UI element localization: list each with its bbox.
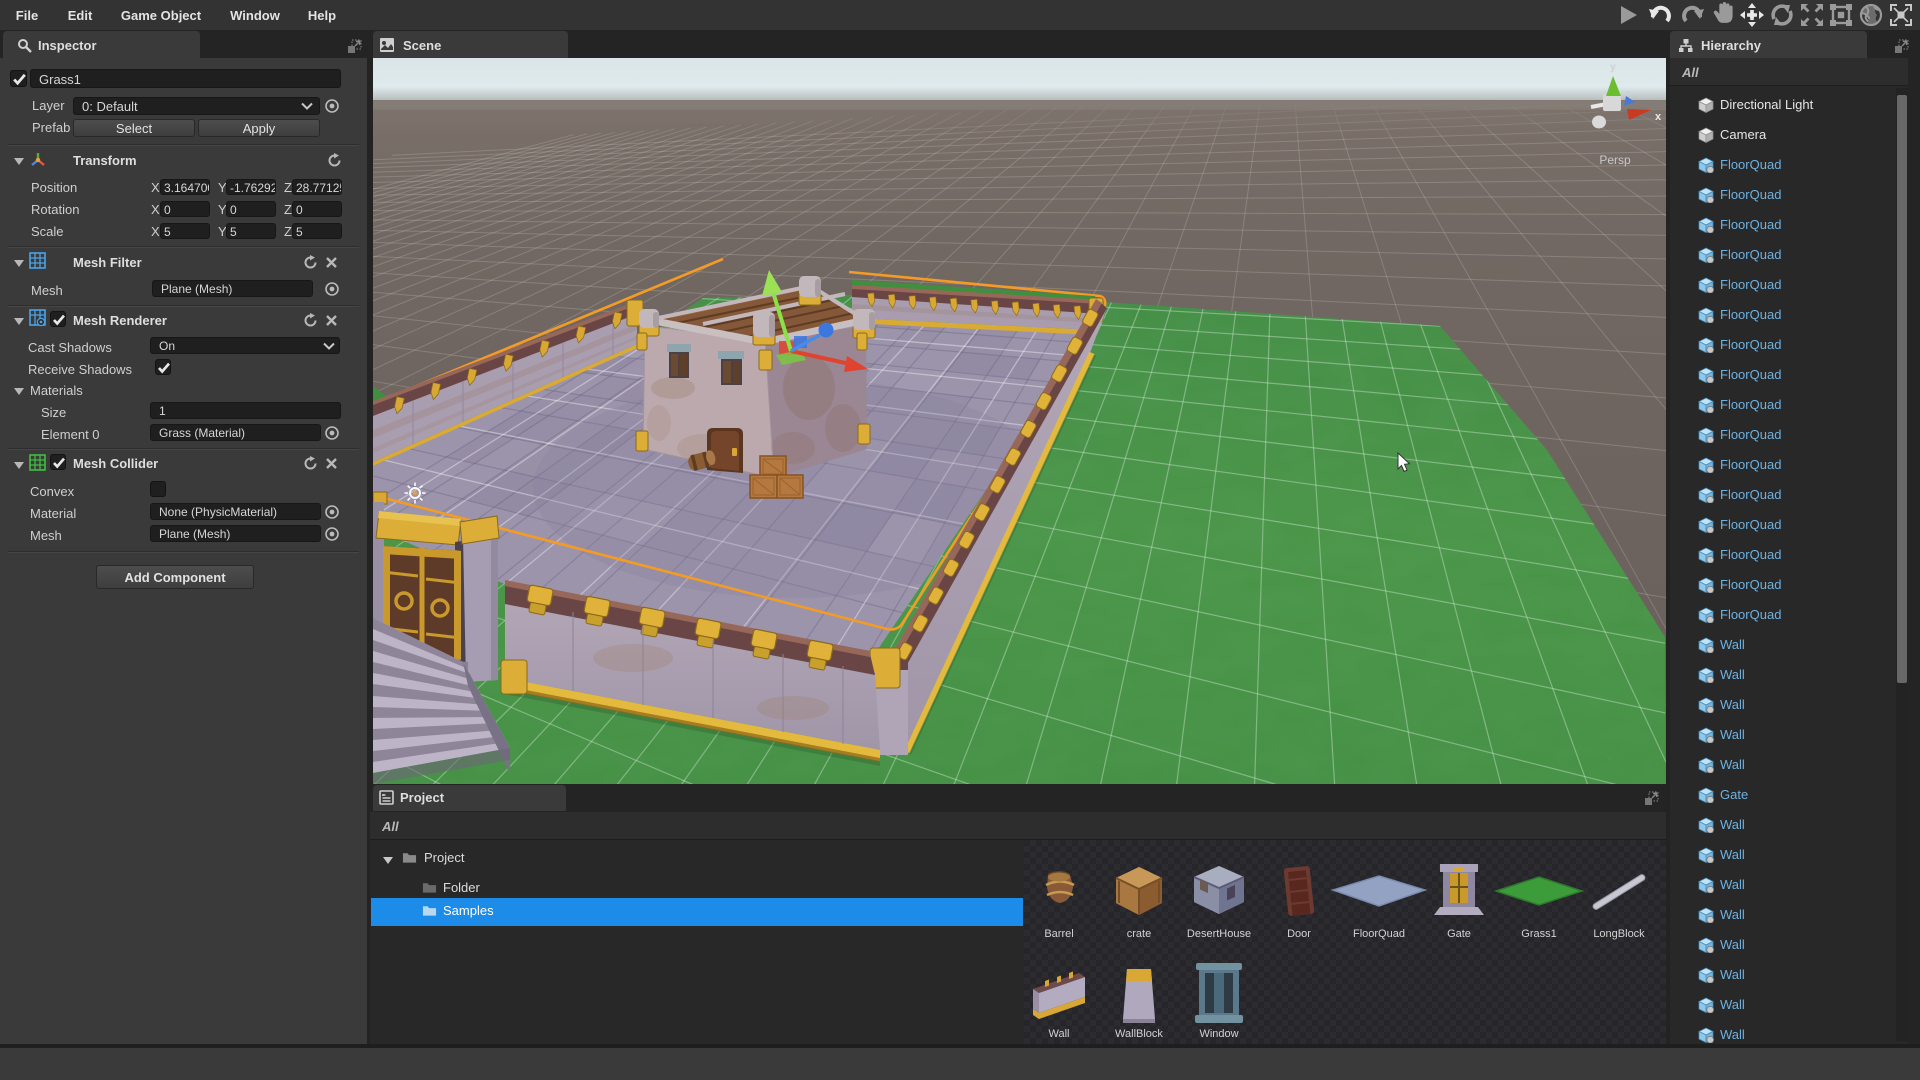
svg-text:Persp: Persp <box>1599 153 1631 167</box>
svg-text:y: y <box>1610 62 1616 73</box>
svg-text:WallBlock: WallBlock <box>1115 1028 1163 1040</box>
svg-text:LongBlock: LongBlock <box>1593 928 1645 940</box>
svg-text:Barrel: Barrel <box>1044 928 1073 940</box>
svg-text:Gate: Gate <box>1447 928 1471 940</box>
svg-text:Window: Window <box>1199 1028 1238 1040</box>
svg-text:crate: crate <box>1127 928 1151 940</box>
svg-text:z: z <box>1626 88 1631 98</box>
svg-text:Wall: Wall <box>1049 1028 1070 1040</box>
svg-text:Door: Door <box>1287 928 1311 940</box>
svg-text:Grass1: Grass1 <box>1521 928 1556 940</box>
svg-text:DesertHouse: DesertHouse <box>1187 928 1251 940</box>
svg-text:FloorQuad: FloorQuad <box>1353 928 1405 940</box>
svg-text:x: x <box>1655 111 1662 123</box>
